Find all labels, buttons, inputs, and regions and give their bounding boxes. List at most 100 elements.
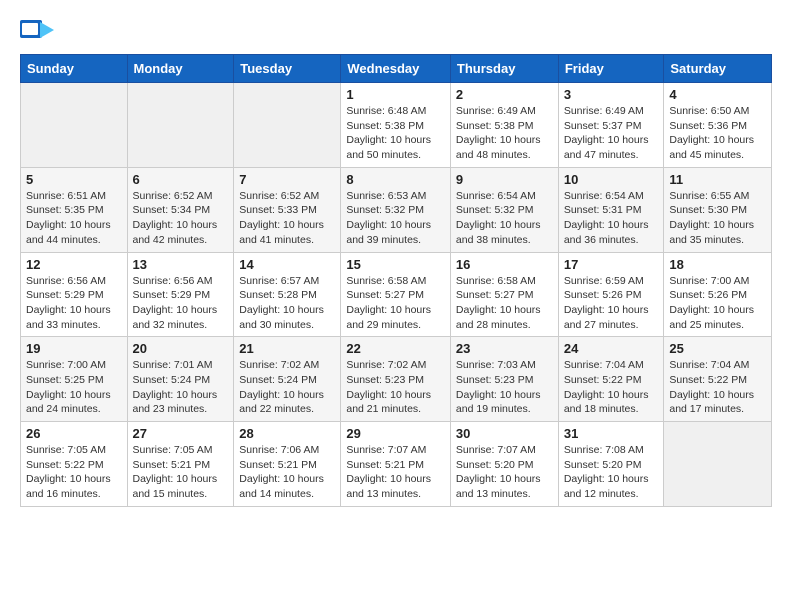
day-cell: 6Sunrise: 6:52 AM Sunset: 5:34 PM Daylig… bbox=[127, 167, 234, 252]
weekday-header-row: SundayMondayTuesdayWednesdayThursdayFrid… bbox=[21, 55, 772, 83]
day-info: Sunrise: 7:04 AM Sunset: 5:22 PM Dayligh… bbox=[669, 358, 766, 417]
day-cell: 12Sunrise: 6:56 AM Sunset: 5:29 PM Dayli… bbox=[21, 252, 128, 337]
day-number: 24 bbox=[564, 341, 659, 356]
day-info: Sunrise: 7:04 AM Sunset: 5:22 PM Dayligh… bbox=[564, 358, 659, 417]
day-number: 25 bbox=[669, 341, 766, 356]
day-cell bbox=[21, 83, 128, 168]
day-cell: 13 Sunrise: 6:56 AM Sunset: 5:29 PM Dayli… bbox=[127, 252, 234, 337]
day-number: 8 bbox=[346, 172, 445, 187]
week-row-1: 5 Sunrise: 6:51 AM Sunset: 5:35 PM Daylig… bbox=[21, 167, 772, 252]
day-number: 14 bbox=[239, 257, 335, 272]
day-number: 26 bbox=[26, 426, 122, 441]
day-cell: 17 Sunrise: 6:59 AM Sunset: 5:26 PM Dayli… bbox=[558, 252, 664, 337]
day-cell: 30Sunrise: 7:07 AM Sunset: 5:20 PM Dayli… bbox=[450, 422, 558, 507]
day-number: 19 bbox=[26, 341, 122, 356]
day-cell: 20 Sunrise: 7:01 AM Sunset: 5:24 PM Dayli… bbox=[127, 337, 234, 422]
week-row-2: 12Sunrise: 6:56 AM Sunset: 5:29 PM Dayli… bbox=[21, 252, 772, 337]
day-number: 31 bbox=[564, 426, 659, 441]
day-cell: 18 Sunrise: 7:00 AM Sunset: 5:26 PM Dayli… bbox=[664, 252, 772, 337]
day-number: 5 bbox=[26, 172, 122, 187]
day-cell: 5 Sunrise: 6:51 AM Sunset: 5:35 PM Daylig… bbox=[21, 167, 128, 252]
day-info: Sunrise: 6:49 AM Sunset: 5:37 PM Dayligh… bbox=[564, 104, 659, 163]
day-cell: 1Sunrise: 6:48 AM Sunset: 5:38 PM Daylig… bbox=[341, 83, 451, 168]
day-cell: 9 Sunrise: 6:54 AM Sunset: 5:32 PM Daylig… bbox=[450, 167, 558, 252]
day-cell: 25 Sunrise: 7:04 AM Sunset: 5:22 PM Dayli… bbox=[664, 337, 772, 422]
day-info: Sunrise: 6:59 AM Sunset: 5:26 PM Dayligh… bbox=[564, 274, 659, 333]
day-info: Sunrise: 6:58 AM Sunset: 5:27 PM Dayligh… bbox=[456, 274, 553, 333]
day-info: Sunrise: 6:53 AM Sunset: 5:32 PM Dayligh… bbox=[346, 189, 445, 248]
calendar-header: SundayMondayTuesdayWednesdayThursdayFrid… bbox=[21, 55, 772, 83]
day-cell bbox=[234, 83, 341, 168]
day-number: 11 bbox=[669, 172, 766, 187]
day-info: Sunrise: 6:52 AM Sunset: 5:33 PM Dayligh… bbox=[239, 189, 335, 248]
week-row-0: 1Sunrise: 6:48 AM Sunset: 5:38 PM Daylig… bbox=[21, 83, 772, 168]
day-info: Sunrise: 6:49 AM Sunset: 5:38 PM Dayligh… bbox=[456, 104, 553, 163]
day-number: 10 bbox=[564, 172, 659, 187]
day-info: Sunrise: 6:55 AM Sunset: 5:30 PM Dayligh… bbox=[669, 189, 766, 248]
day-number: 3 bbox=[564, 87, 659, 102]
day-info: Sunrise: 6:56 AM Sunset: 5:29 PM Dayligh… bbox=[26, 274, 122, 333]
day-cell bbox=[127, 83, 234, 168]
weekday-header-thursday: Thursday bbox=[450, 55, 558, 83]
day-cell: 21Sunrise: 7:02 AM Sunset: 5:24 PM Dayli… bbox=[234, 337, 341, 422]
day-info: Sunrise: 7:05 AM Sunset: 5:21 PM Dayligh… bbox=[133, 443, 229, 502]
day-cell: 2Sunrise: 6:49 AM Sunset: 5:38 PM Daylig… bbox=[450, 83, 558, 168]
day-cell: 19 Sunrise: 7:00 AM Sunset: 5:25 PM Dayli… bbox=[21, 337, 128, 422]
day-number: 21 bbox=[239, 341, 335, 356]
weekday-header-tuesday: Tuesday bbox=[234, 55, 341, 83]
day-cell: 26 Sunrise: 7:05 AM Sunset: 5:22 PM Dayli… bbox=[21, 422, 128, 507]
day-info: Sunrise: 6:54 AM Sunset: 5:32 PM Dayligh… bbox=[456, 189, 553, 248]
day-number: 27 bbox=[133, 426, 229, 441]
day-cell: 11 Sunrise: 6:55 AM Sunset: 5:30 PM Dayli… bbox=[664, 167, 772, 252]
day-info: Sunrise: 6:51 AM Sunset: 5:35 PM Dayligh… bbox=[26, 189, 122, 248]
day-info: Sunrise: 7:08 AM Sunset: 5:20 PM Dayligh… bbox=[564, 443, 659, 502]
day-cell: 24 Sunrise: 7:04 AM Sunset: 5:22 PM Dayli… bbox=[558, 337, 664, 422]
logo-icon bbox=[20, 20, 54, 46]
day-cell: 3 Sunrise: 6:49 AM Sunset: 5:37 PM Daylig… bbox=[558, 83, 664, 168]
day-info: Sunrise: 7:02 AM Sunset: 5:23 PM Dayligh… bbox=[346, 358, 445, 417]
day-info: Sunrise: 7:06 AM Sunset: 5:21 PM Dayligh… bbox=[239, 443, 335, 502]
calendar-table: SundayMondayTuesdayWednesdayThursdayFrid… bbox=[20, 54, 772, 507]
day-number: 16 bbox=[456, 257, 553, 272]
day-number: 23 bbox=[456, 341, 553, 356]
weekday-header-saturday: Saturday bbox=[664, 55, 772, 83]
page-container: SundayMondayTuesdayWednesdayThursdayFrid… bbox=[20, 20, 772, 507]
day-number: 4 bbox=[669, 87, 766, 102]
calendar-body: 1Sunrise: 6:48 AM Sunset: 5:38 PM Daylig… bbox=[21, 83, 772, 507]
day-number: 20 bbox=[133, 341, 229, 356]
weekday-header-wednesday: Wednesday bbox=[341, 55, 451, 83]
day-cell: 16 Sunrise: 6:58 AM Sunset: 5:27 PM Dayli… bbox=[450, 252, 558, 337]
day-cell: 14 Sunrise: 6:57 AM Sunset: 5:28 PM Dayli… bbox=[234, 252, 341, 337]
week-row-4: 26 Sunrise: 7:05 AM Sunset: 5:22 PM Dayli… bbox=[21, 422, 772, 507]
day-number: 30 bbox=[456, 426, 553, 441]
header bbox=[20, 20, 772, 46]
day-cell: 10 Sunrise: 6:54 AM Sunset: 5:31 PM Dayli… bbox=[558, 167, 664, 252]
weekday-header-sunday: Sunday bbox=[21, 55, 128, 83]
day-number: 18 bbox=[669, 257, 766, 272]
day-cell: 23Sunrise: 7:03 AM Sunset: 5:23 PM Dayli… bbox=[450, 337, 558, 422]
day-cell: 31 Sunrise: 7:08 AM Sunset: 5:20 PM Dayli… bbox=[558, 422, 664, 507]
day-number: 15 bbox=[346, 257, 445, 272]
logo bbox=[20, 20, 58, 46]
day-info: Sunrise: 7:07 AM Sunset: 5:21 PM Dayligh… bbox=[346, 443, 445, 502]
day-number: 9 bbox=[456, 172, 553, 187]
day-number: 17 bbox=[564, 257, 659, 272]
week-row-3: 19 Sunrise: 7:00 AM Sunset: 5:25 PM Dayli… bbox=[21, 337, 772, 422]
day-info: Sunrise: 7:00 AM Sunset: 5:25 PM Dayligh… bbox=[26, 358, 122, 417]
day-number: 13 bbox=[133, 257, 229, 272]
day-info: Sunrise: 6:52 AM Sunset: 5:34 PM Dayligh… bbox=[133, 189, 229, 248]
day-info: Sunrise: 7:00 AM Sunset: 5:26 PM Dayligh… bbox=[669, 274, 766, 333]
day-info: Sunrise: 6:56 AM Sunset: 5:29 PM Dayligh… bbox=[133, 274, 229, 333]
day-number: 22 bbox=[346, 341, 445, 356]
day-cell: 28Sunrise: 7:06 AM Sunset: 5:21 PM Dayli… bbox=[234, 422, 341, 507]
day-number: 7 bbox=[239, 172, 335, 187]
day-cell: 15 Sunrise: 6:58 AM Sunset: 5:27 PM Dayli… bbox=[341, 252, 451, 337]
day-info: Sunrise: 6:57 AM Sunset: 5:28 PM Dayligh… bbox=[239, 274, 335, 333]
day-info: Sunrise: 6:58 AM Sunset: 5:27 PM Dayligh… bbox=[346, 274, 445, 333]
day-cell: 7 Sunrise: 6:52 AM Sunset: 5:33 PM Daylig… bbox=[234, 167, 341, 252]
day-info: Sunrise: 6:54 AM Sunset: 5:31 PM Dayligh… bbox=[564, 189, 659, 248]
day-cell: 4Sunrise: 6:50 AM Sunset: 5:36 PM Daylig… bbox=[664, 83, 772, 168]
day-info: Sunrise: 7:01 AM Sunset: 5:24 PM Dayligh… bbox=[133, 358, 229, 417]
day-info: Sunrise: 6:48 AM Sunset: 5:38 PM Dayligh… bbox=[346, 104, 445, 163]
day-info: Sunrise: 7:05 AM Sunset: 5:22 PM Dayligh… bbox=[26, 443, 122, 502]
